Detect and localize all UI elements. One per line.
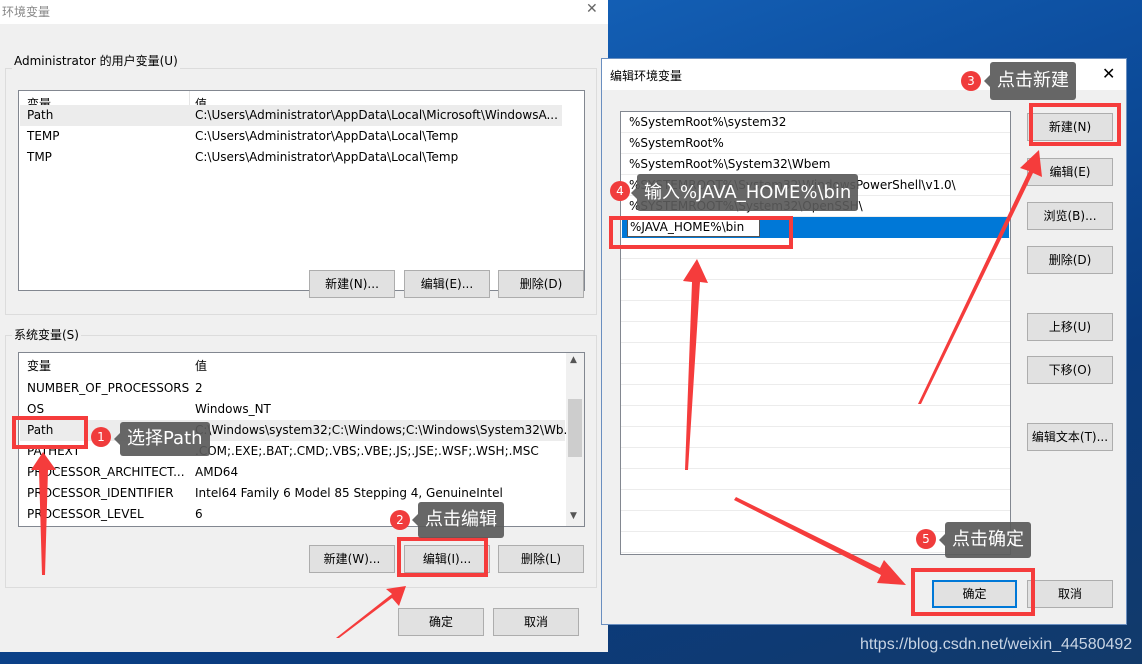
annotation-arrows <box>31 150 1042 638</box>
step-badge-4: 4 <box>610 181 630 201</box>
annotation-label-4: 输入%JAVA_HOME%\bin <box>630 174 859 211</box>
arrow-2 <box>336 586 406 638</box>
annotation-label-1: 选择Path <box>114 422 210 456</box>
annotation-label-5: 点击确定 <box>939 522 1031 558</box>
annotation-label-2: 点击编辑 <box>412 502 504 538</box>
highlight-new-entry <box>609 216 793 249</box>
arrow-4 <box>683 259 708 470</box>
highlight-edit-button <box>397 537 488 577</box>
step-badge-5: 5 <box>916 529 936 549</box>
step-badge-3: 3 <box>961 71 981 91</box>
step-badge-2: 2 <box>390 510 410 530</box>
arrow-1 <box>31 452 56 575</box>
highlight-new-button <box>1029 103 1121 146</box>
arrow-3 <box>918 150 1042 404</box>
annotation-label-3: 点击新建 <box>984 62 1076 100</box>
watermark: https://blog.csdn.net/weixin_44580492 <box>860 636 1133 653</box>
highlight-path-row <box>12 416 88 449</box>
step-badge-1: 1 <box>91 427 111 447</box>
highlight-ok-button <box>911 568 1035 616</box>
arrow-5 <box>734 497 906 585</box>
